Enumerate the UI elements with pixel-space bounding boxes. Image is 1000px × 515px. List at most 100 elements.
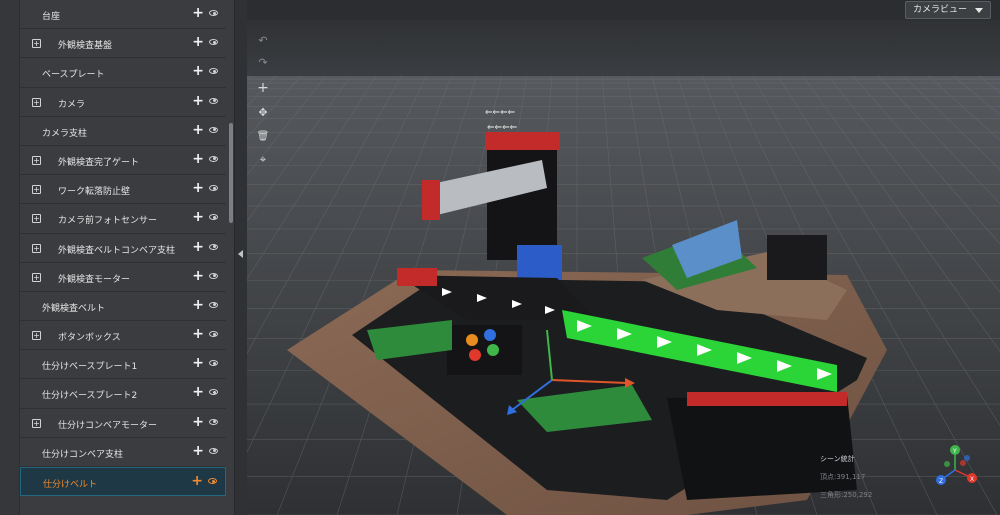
orientation-gizmo[interactable]: Y X Z	[925, 440, 985, 500]
sorting-bin-wall	[687, 392, 847, 406]
add-child-icon[interactable]: +	[191, 474, 203, 488]
expand-icon[interactable]: +	[32, 243, 41, 253]
gizmo-neg-y[interactable]	[944, 461, 950, 467]
app-window: 台座 + + 外観検査基盤 + ベースプレート + + カメラ + カメラ支柱 + + 外観検査完了ゲート…	[0, 0, 1000, 515]
tree-item[interactable]: + カメラ前フォトセンサー +	[20, 204, 226, 234]
gizmo-x-label: X	[970, 476, 974, 483]
expand-icon[interactable]: +	[32, 331, 41, 341]
add-child-icon[interactable]: +	[192, 269, 204, 283]
tree-item[interactable]: ベースプレート +	[20, 58, 226, 88]
expand-icon[interactable]: +	[32, 155, 41, 165]
add-child-icon[interactable]: +	[192, 298, 204, 312]
tree-item-label: カメラ	[58, 99, 86, 110]
blue-motor	[517, 245, 562, 280]
visibility-eye-icon[interactable]	[209, 447, 218, 454]
tree-item[interactable]: + 外観検査完了ゲート +	[20, 146, 226, 176]
add-child-icon[interactable]: +	[192, 444, 204, 458]
blue-button	[484, 329, 496, 341]
visibility-eye-icon[interactable]	[208, 478, 217, 484]
add-child-icon[interactable]: +	[192, 210, 204, 224]
tree-item[interactable]: + ボタンボックス +	[20, 321, 226, 351]
move-tool-button[interactable]: ✥	[253, 102, 273, 122]
expand-icon[interactable]: +	[32, 272, 41, 282]
add-child-icon[interactable]: +	[192, 385, 204, 399]
tree-item[interactable]: 外観検査ベルト +	[20, 292, 226, 322]
tree-item-label: ベースプレート	[42, 70, 105, 81]
tree-item-partial[interactable]	[20, 496, 226, 508]
visibility-eye-icon[interactable]	[209, 10, 218, 16]
add-child-icon[interactable]: +	[192, 240, 204, 254]
tree-item-label: 外観検査ベルトコンベア支柱	[58, 245, 176, 256]
visibility-eye-icon[interactable]	[209, 360, 218, 367]
visibility-eye-icon[interactable]	[209, 126, 218, 133]
orange-button	[466, 334, 478, 346]
chevron-down-icon	[975, 8, 983, 13]
tree-item-label: ボタンボックス	[58, 333, 121, 344]
visibility-eye-icon[interactable]	[209, 301, 218, 308]
tree-item[interactable]: 仕分けベルト +	[20, 467, 226, 497]
undo-button[interactable]: ↶	[253, 30, 273, 50]
delete-button[interactable]: 🗑	[253, 126, 273, 146]
visibility-eye-icon[interactable]	[209, 389, 218, 396]
move-icon: ✥	[258, 105, 268, 119]
expand-icon[interactable]: +	[32, 214, 41, 224]
tree-item[interactable]: + 外観検査基盤 +	[20, 29, 226, 59]
visibility-eye-icon[interactable]	[209, 418, 218, 425]
visibility-eye-icon[interactable]	[209, 331, 218, 338]
tree-item[interactable]: + 外観検査モーター +	[20, 263, 226, 292]
tree-item[interactable]: + ワーク転落防止壁 +	[20, 175, 226, 205]
add-child-icon[interactable]: +	[192, 6, 204, 20]
tree-item[interactable]: + 仕分けコンベアモーター +	[20, 409, 226, 438]
add-child-icon[interactable]: +	[192, 356, 204, 370]
expand-icon[interactable]: +	[32, 418, 41, 428]
redo-button[interactable]: ↷	[253, 52, 273, 72]
expand-icon[interactable]: +	[32, 185, 41, 195]
robot-arm-head	[422, 180, 440, 220]
tree-scrollbar-thumb[interactable]	[229, 123, 233, 223]
add-child-icon[interactable]: +	[192, 181, 204, 195]
add-child-icon[interactable]: +	[192, 327, 204, 341]
add-child-icon[interactable]: +	[192, 415, 204, 429]
add-child-icon[interactable]: +	[192, 35, 204, 49]
undo-icon: ↶	[258, 33, 268, 47]
expand-icon[interactable]: +	[32, 39, 41, 49]
scene-render: ⇐⇐⇐⇐ ⇐⇐⇐⇐	[247, 20, 1000, 515]
visibility-eye-icon[interactable]	[209, 39, 218, 46]
focus-button[interactable]: ⌖	[253, 150, 273, 170]
add-child-icon[interactable]: +	[192, 123, 204, 137]
viewport-top-bar: カメラビュー	[247, 0, 1000, 20]
visibility-eye-icon[interactable]	[209, 97, 218, 104]
collapse-panel-icon[interactable]	[238, 250, 243, 258]
tree-item[interactable]: + 外観検査ベルトコンベア支柱 +	[20, 234, 226, 263]
panel-splitter[interactable]	[235, 0, 247, 515]
visibility-eye-icon[interactable]	[209, 272, 218, 279]
tree-scrollbar-track[interactable]	[228, 0, 234, 515]
green-button	[487, 344, 499, 356]
panel-gutter	[0, 0, 20, 515]
add-child-icon[interactable]: +	[192, 94, 204, 108]
gizmo-y-label: Y	[952, 448, 957, 455]
visibility-eye-icon[interactable]	[209, 214, 218, 221]
add-child-icon[interactable]: +	[192, 152, 204, 166]
tree-item[interactable]: 仕分けコンベア支柱 +	[20, 438, 226, 467]
add-object-button[interactable]: +	[253, 78, 273, 98]
black-box-right	[767, 235, 827, 280]
tree-item-label: 外観検査ベルト	[42, 303, 106, 314]
tree-item[interactable]: + カメラ +	[20, 88, 226, 117]
tree-item[interactable]: 台座 +	[20, 0, 226, 30]
expand-icon[interactable]: +	[32, 97, 41, 107]
add-child-icon[interactable]: +	[192, 64, 204, 78]
arm-cable-glyphs: ⇐⇐⇐⇐	[485, 108, 516, 118]
tree-item[interactable]: 仕分けベースプレート2 +	[20, 379, 226, 409]
tree-item[interactable]: 仕分けベースプレート1 +	[20, 350, 226, 380]
tree-item[interactable]: カメラ支柱 +	[20, 117, 226, 146]
scene-stats-title: シーン統計	[820, 455, 855, 463]
gizmo-neg-z[interactable]	[964, 455, 970, 461]
visibility-eye-icon[interactable]	[209, 155, 218, 162]
visibility-eye-icon[interactable]	[209, 243, 218, 250]
gizmo-neg-x[interactable]	[960, 460, 966, 466]
visibility-eye-icon[interactable]	[209, 185, 218, 192]
visibility-eye-icon[interactable]	[209, 68, 218, 75]
3d-viewport[interactable]: ⇐⇐⇐⇐ ⇐⇐⇐⇐	[247, 20, 1000, 515]
camera-view-dropdown[interactable]: カメラビュー	[905, 1, 991, 19]
